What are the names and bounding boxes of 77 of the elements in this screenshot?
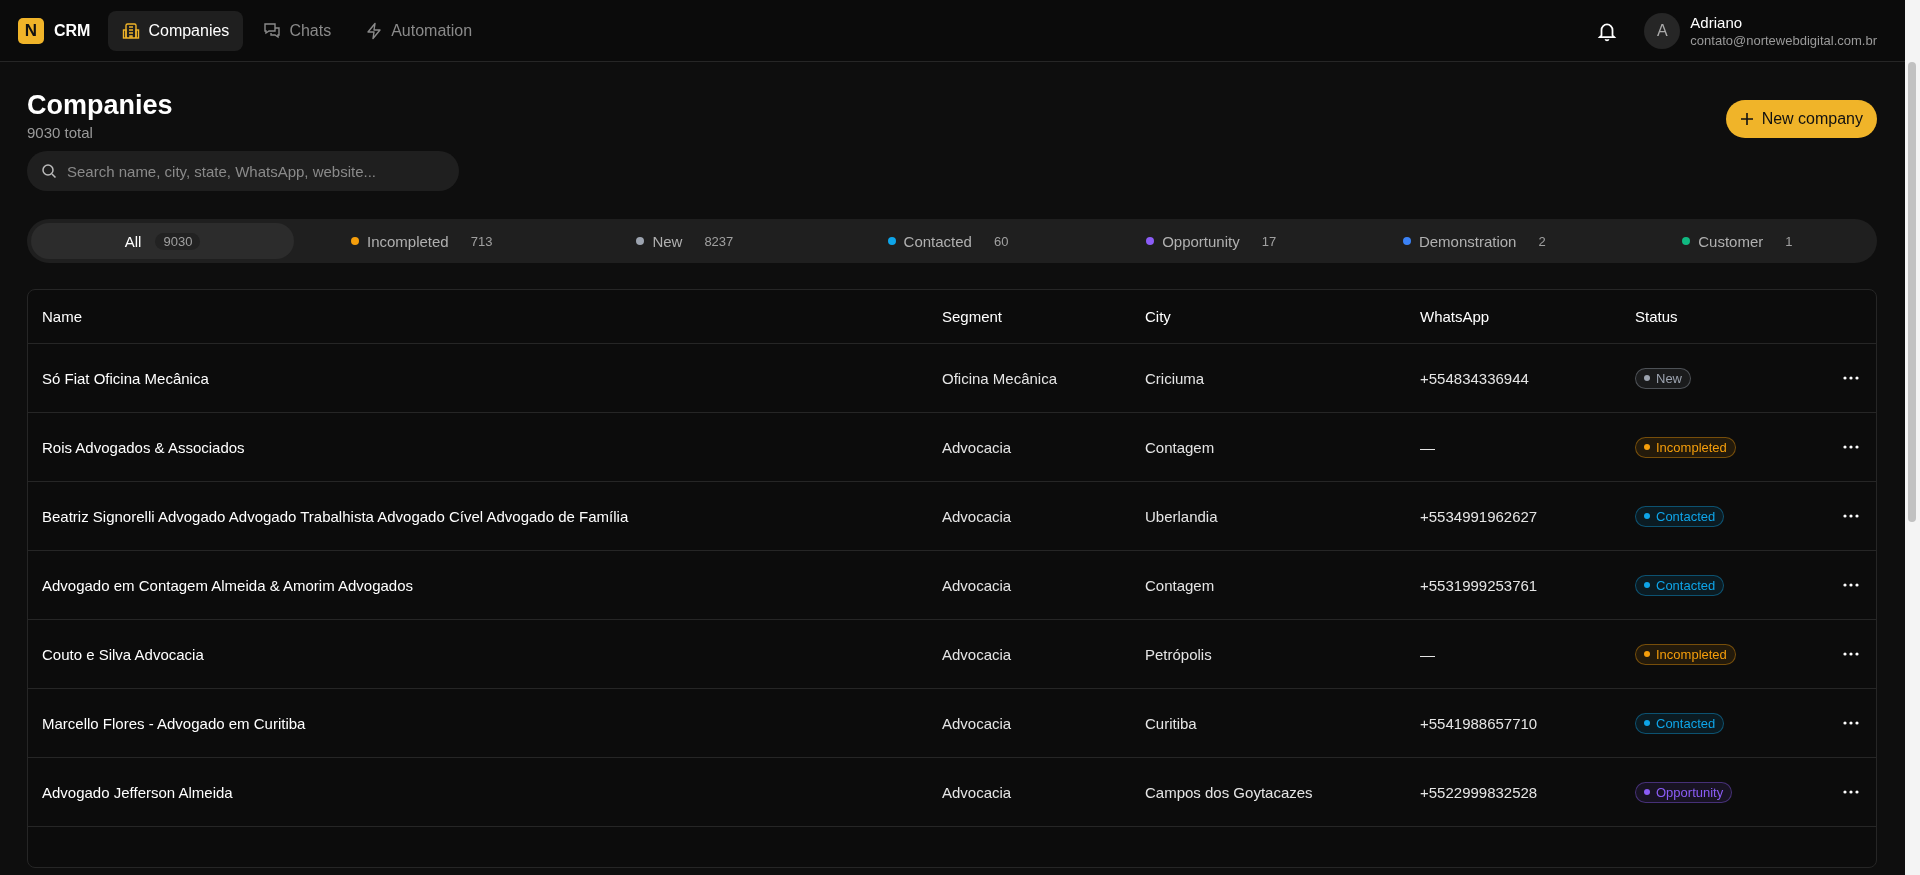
scrollbar[interactable] [1905, 0, 1920, 875]
segment-cell-text: Advocacia [941, 438, 1013, 456]
whatsapp-cell-text: — [1419, 438, 1436, 456]
chat-icon [263, 21, 282, 40]
company-name-cell[interactable]: Couto e Silva Advocacia [28, 645, 928, 663]
more-options-icon[interactable] [1842, 652, 1859, 656]
filter-count: 9030 [155, 232, 201, 250]
more-options-icon[interactable] [1842, 445, 1859, 449]
city-cell-text: Contagem [1144, 438, 1216, 456]
status-filter-tab[interactable]: All 9030 [31, 223, 295, 259]
status-badge: Contacted [1635, 505, 1725, 527]
status-filter-tab[interactable]: Demonstration 2 [1346, 223, 1610, 259]
column-header: WhatsApp [1419, 308, 1491, 325]
filter-count: 60 [992, 232, 1010, 250]
total-count: 9030 total [27, 124, 94, 141]
city-cell-text: Campos dos Goytacazes [1144, 783, 1314, 801]
status-filter-tab[interactable]: Customer 1 [1609, 223, 1873, 259]
search-field[interactable]: Search name, city, state, WhatsApp, website... [27, 151, 459, 191]
segment-cell-text: Advocacia [941, 714, 1013, 732]
company-name-cell[interactable]: Marcello Flores - Advogado em Curitiba [28, 714, 928, 732]
more-options-icon[interactable] [1842, 721, 1859, 725]
nav-tab[interactable]: Companies [108, 10, 244, 51]
status-filter-tab[interactable]: New 8237 [557, 223, 821, 259]
company-name-cell[interactable]: Rois Advogados & Associados [28, 438, 928, 456]
column-header: Status [1634, 308, 1679, 325]
page-title: Companies [27, 90, 173, 121]
status-badge: Opportunity [1635, 781, 1733, 803]
city-cell-text: Petrópolis [1144, 645, 1213, 663]
company-name-cell[interactable]: Beatriz Signorelli Advogado Advogado Trabalhista Advogado Cível Advogado de Família [28, 507, 928, 525]
status-badge: New [1635, 367, 1691, 389]
user-email: contato@nortewebdigital.com.br [1690, 32, 1877, 48]
city-cell-text: Contagem [1144, 576, 1216, 594]
status-badge: Incompleted [1635, 436, 1736, 458]
more-options-icon[interactable] [1842, 583, 1859, 587]
status-filter-tab[interactable]: Contacted 60 [820, 223, 1084, 259]
status-badge: Contacted [1635, 574, 1725, 596]
company-name-cell[interactable]: Advogado Jefferson Almeida [28, 783, 928, 801]
city-cell-text: Curitiba [1144, 714, 1198, 732]
nav-tab[interactable]: Automation [351, 10, 487, 51]
nav-tab[interactable]: Chats [249, 10, 346, 51]
filter-count: 1 [1784, 232, 1794, 250]
company-name-cell[interactable]: Só Fiat Oficina Mecânica [28, 369, 928, 387]
whatsapp-cell-text: +554834336944 [1419, 369, 1530, 387]
whatsapp-cell-text: +5541988657710 [1419, 714, 1539, 732]
status-badge: Contacted [1635, 712, 1725, 734]
company-name-cell[interactable]: Advogado em Contagem Almeida & Amorim Advogados [28, 576, 928, 594]
segment-cell-text: Advocacia [941, 645, 1013, 663]
city-cell-text: Criciuma [1144, 369, 1206, 387]
column-header: Segment [941, 308, 1004, 325]
logo-icon: N [18, 17, 44, 44]
more-options-icon[interactable] [1842, 514, 1859, 518]
user-name: Adriano [1690, 13, 1744, 31]
status-badge: Incompleted [1635, 643, 1736, 665]
whatsapp-cell-text: — [1419, 645, 1436, 663]
segment-cell-text: Advocacia [941, 783, 1013, 801]
whatsapp-cell-text: +5531999253761 [1419, 576, 1539, 594]
status-filter-tab[interactable]: Incompleted 713 [294, 223, 558, 259]
plus-icon [1739, 112, 1754, 126]
app-name: CRM [54, 21, 91, 40]
segment-cell-text: Advocacia [941, 576, 1013, 594]
user-avatar[interactable]: A [1644, 12, 1681, 49]
filter-count: 8237 [703, 232, 735, 250]
building-icon [122, 21, 141, 40]
more-options-icon[interactable] [1842, 790, 1859, 794]
city-cell-text: Uberlandia [1144, 507, 1219, 525]
segment-cell-text: Advocacia [941, 507, 1013, 525]
filter-count: 713 [469, 232, 494, 250]
column-header: City [1144, 308, 1172, 325]
whatsapp-cell-text: +5534991962627 [1419, 507, 1539, 525]
new-company-button[interactable]: New company [1725, 100, 1877, 138]
filter-count: 17 [1260, 232, 1278, 250]
column-header: Name [41, 308, 83, 325]
more-options-icon[interactable] [1842, 376, 1859, 380]
segment-cell-text: Oficina Mecânica [941, 369, 1059, 387]
status-filter-tab[interactable]: Opportunity 17 [1083, 223, 1347, 259]
filter-count: 2 [1537, 232, 1547, 250]
whatsapp-cell-text: +5522999832528 [1419, 783, 1539, 801]
